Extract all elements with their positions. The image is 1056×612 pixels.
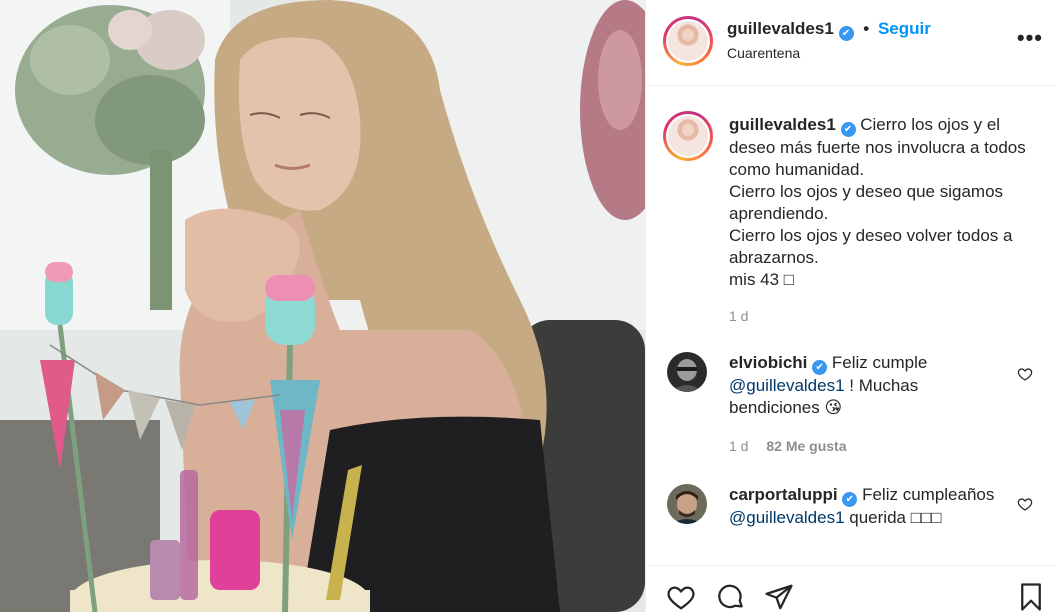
comment-mention-link[interactable]: @guillevaldes1 bbox=[729, 508, 845, 527]
post-action-bar bbox=[646, 565, 1056, 612]
commenter-avatar[interactable] bbox=[667, 352, 707, 392]
post-photo[interactable] bbox=[0, 0, 645, 612]
comment-mention-link[interactable]: @guillevaldes1 bbox=[729, 376, 845, 395]
commenter-username[interactable]: carportaluppi bbox=[729, 485, 838, 504]
bookmark-icon[interactable] bbox=[1016, 582, 1046, 612]
caption-author-avatar[interactable] bbox=[663, 111, 713, 161]
caption-line: mis 43 □ bbox=[729, 270, 795, 289]
author-username[interactable]: guillevaldes1 bbox=[727, 19, 834, 38]
caption-timestamp[interactable]: 1 d bbox=[729, 308, 748, 324]
more-options-icon[interactable]: ••• bbox=[1017, 27, 1043, 49]
comment-heart-icon[interactable] bbox=[1017, 366, 1033, 382]
verified-badge-icon: ✔ bbox=[840, 122, 856, 137]
follow-button[interactable]: Seguir bbox=[878, 19, 931, 38]
comment-text: elviobichi ✔ Feliz cumple @guillevaldes1… bbox=[729, 352, 999, 419]
comment-body-start: Feliz cumpleaños bbox=[862, 485, 995, 504]
share-icon[interactable] bbox=[764, 582, 794, 612]
post-header: guillevaldes1 ✔ • Seguir Cuarentena ••• bbox=[646, 0, 1056, 86]
verified-badge-icon: ✔ bbox=[842, 492, 858, 507]
author-line: guillevaldes1 ✔ • Seguir bbox=[727, 19, 931, 41]
post-details-panel: guillevaldes1 ✔ • Seguir Cuarentena ••• … bbox=[645, 0, 1056, 612]
comment-timestamp[interactable]: 1 d bbox=[729, 438, 748, 454]
caption-line: Cierro los ojos y deseo que sigamos apre… bbox=[729, 182, 1004, 223]
verified-badge-icon: ✔ bbox=[812, 360, 828, 375]
comment-meta: 1 d 82 Me gusta bbox=[729, 438, 847, 454]
caption-username[interactable]: guillevaldes1 bbox=[729, 115, 836, 134]
comment-text: carportaluppi ✔ Feliz cumpleaños @guille… bbox=[729, 484, 999, 529]
comment-icon[interactable] bbox=[716, 582, 746, 612]
commenter-username[interactable]: elviobichi bbox=[729, 353, 807, 372]
verified-badge-icon: ✔ bbox=[838, 26, 854, 41]
comment-body-end: querida □□□ bbox=[844, 508, 942, 527]
post-location[interactable]: Cuarentena bbox=[727, 45, 800, 61]
caption-text: guillevaldes1 ✔ Cierro los ojos y el des… bbox=[729, 114, 1039, 291]
comment-likes-count[interactable]: 82 Me gusta bbox=[766, 438, 846, 454]
comment-body-start: Feliz cumple bbox=[831, 353, 928, 372]
photo-illustration bbox=[0, 0, 645, 612]
heart-icon[interactable] bbox=[666, 582, 696, 612]
comment-heart-icon[interactable] bbox=[1017, 496, 1033, 512]
author-avatar[interactable] bbox=[663, 16, 713, 66]
commenter-avatar[interactable] bbox=[667, 484, 707, 524]
caption-line: Cierro los ojos y deseo volver todos a a… bbox=[729, 226, 1013, 267]
separator-dot: • bbox=[863, 19, 870, 38]
